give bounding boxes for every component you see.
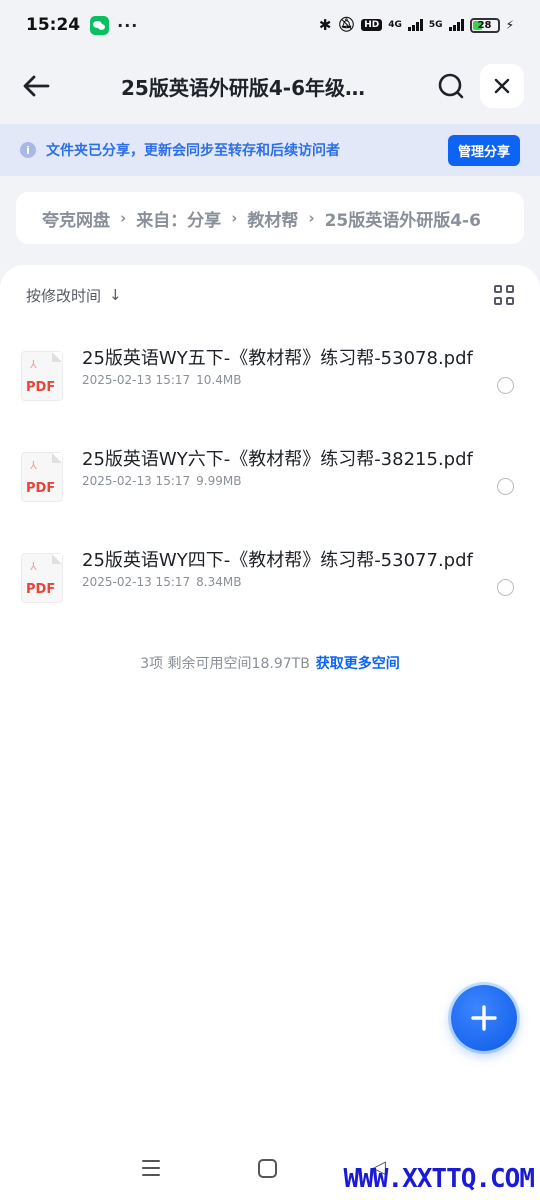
status-indicators: ✱ 🔕︎ HD 4G 5G 28 ⚡︎ [319, 16, 514, 34]
breadcrumb: 夸克网盘 › 来自：分享 › 教材帮 › 25版英语外研版4-6 [16, 192, 524, 244]
share-notice-bar: i 文件夹已分享，更新会同步至转存和后续访问者 管理分享 [0, 124, 540, 176]
status-time: 15:24 [26, 15, 81, 35]
file-meta: 2025-02-13 15:17 10.4MB [82, 373, 242, 387]
recents-icon[interactable] [142, 1160, 160, 1176]
signal-icon-2 [448, 19, 464, 31]
signal-icon [407, 19, 423, 31]
grid-view-icon[interactable] [494, 285, 514, 305]
page-title: 25版英语外研版4-6年级… [121, 75, 365, 100]
list-item[interactable]: ⅄ PDF 25版英语WY四下-《教材帮》练习帮-53077.pdf 2025-… [0, 537, 540, 638]
arrow-down-icon[interactable]: ↓ [109, 286, 122, 304]
get-more-space-link[interactable]: 获取更多空间 [316, 656, 400, 672]
share-notice-text: 文件夹已分享，更新会同步至转存和后续访问者 [46, 143, 340, 159]
file-name: 25版英语WY四下-《教材帮》练习帮-53077.pdf [82, 550, 473, 571]
watermark: WWW.XXTTQ.COM [343, 1164, 535, 1194]
breadcrumb-item[interactable]: 来自：分享 [136, 206, 221, 231]
sort-row: 按修改时间 ↓ [26, 283, 514, 307]
network-5g: 5G [428, 19, 443, 30]
add-button[interactable] [451, 985, 517, 1051]
pdf-file-icon: ⅄ PDF [22, 554, 64, 604]
wechat-icon [90, 15, 110, 35]
select-radio[interactable] [497, 377, 514, 394]
home-icon[interactable] [258, 1159, 277, 1178]
summary-text: 3项 剩余可用空间18.97TB [140, 656, 310, 672]
close-icon [494, 78, 510, 94]
breadcrumb-item[interactable]: 25版英语外研版4-6 [325, 206, 481, 231]
file-panel: 按修改时间 ↓ ⅄ PDF 25版英语WY五下-《教材帮》练习帮-53078.p… [0, 265, 540, 1200]
list-item[interactable]: ⅄ PDF 25版英语WY六下-《教材帮》练习帮-38215.pdf 2025-… [0, 436, 540, 537]
list-item[interactable]: ⅄ PDF 25版英语WY五下-《教材帮》练习帮-53078.pdf 2025-… [0, 335, 540, 436]
chevron-right-icon: › [231, 209, 238, 227]
mute-bell-icon: 🔕︎ [337, 17, 356, 33]
sort-button[interactable]: 按修改时间 [26, 285, 101, 306]
info-icon: i [20, 142, 36, 158]
charging-icon: ⚡︎ [505, 18, 514, 32]
network-4g: 4G [388, 19, 402, 30]
pdf-file-icon: ⅄ PDF [22, 453, 64, 503]
select-radio[interactable] [497, 478, 514, 495]
close-button[interactable] [480, 64, 524, 108]
header: 25版英语外研版4-6年级… [0, 58, 540, 114]
select-radio[interactable] [497, 579, 514, 596]
file-name: 25版英语WY五下-《教材帮》练习帮-53078.pdf [82, 348, 473, 369]
file-meta: 2025-02-13 15:17 8.34MB [82, 575, 242, 589]
chevron-right-icon: › [120, 209, 127, 227]
hd-badge: HD [361, 19, 383, 31]
chevron-right-icon: › [308, 209, 315, 227]
bluetooth-icon: ✱ [318, 16, 332, 34]
file-name: 25版英语WY六下-《教材帮》练习帮-38215.pdf [82, 449, 473, 470]
breadcrumb-item[interactable]: 夸克网盘 [42, 206, 110, 231]
manage-share-button[interactable]: 管理分享 [447, 134, 520, 166]
battery-icon: 28 [469, 17, 500, 33]
status-bar: 15:24 ··· ✱ 🔕︎ HD 4G 5G 28 ⚡︎ [0, 0, 540, 50]
plus-icon [471, 1005, 497, 1031]
back-arrow-icon[interactable] [20, 70, 52, 102]
more-dots-icon: ··· [117, 15, 139, 35]
search-icon[interactable] [434, 69, 468, 103]
storage-summary: 3项 剩余可用空间18.97TB 获取更多空间 [0, 653, 540, 673]
pdf-file-icon: ⅄ PDF [22, 352, 64, 402]
file-meta: 2025-02-13 15:17 9.99MB [82, 474, 242, 488]
breadcrumb-item[interactable]: 教材帮 [247, 206, 298, 231]
file-list: ⅄ PDF 25版英语WY五下-《教材帮》练习帮-53078.pdf 2025-… [0, 335, 540, 638]
